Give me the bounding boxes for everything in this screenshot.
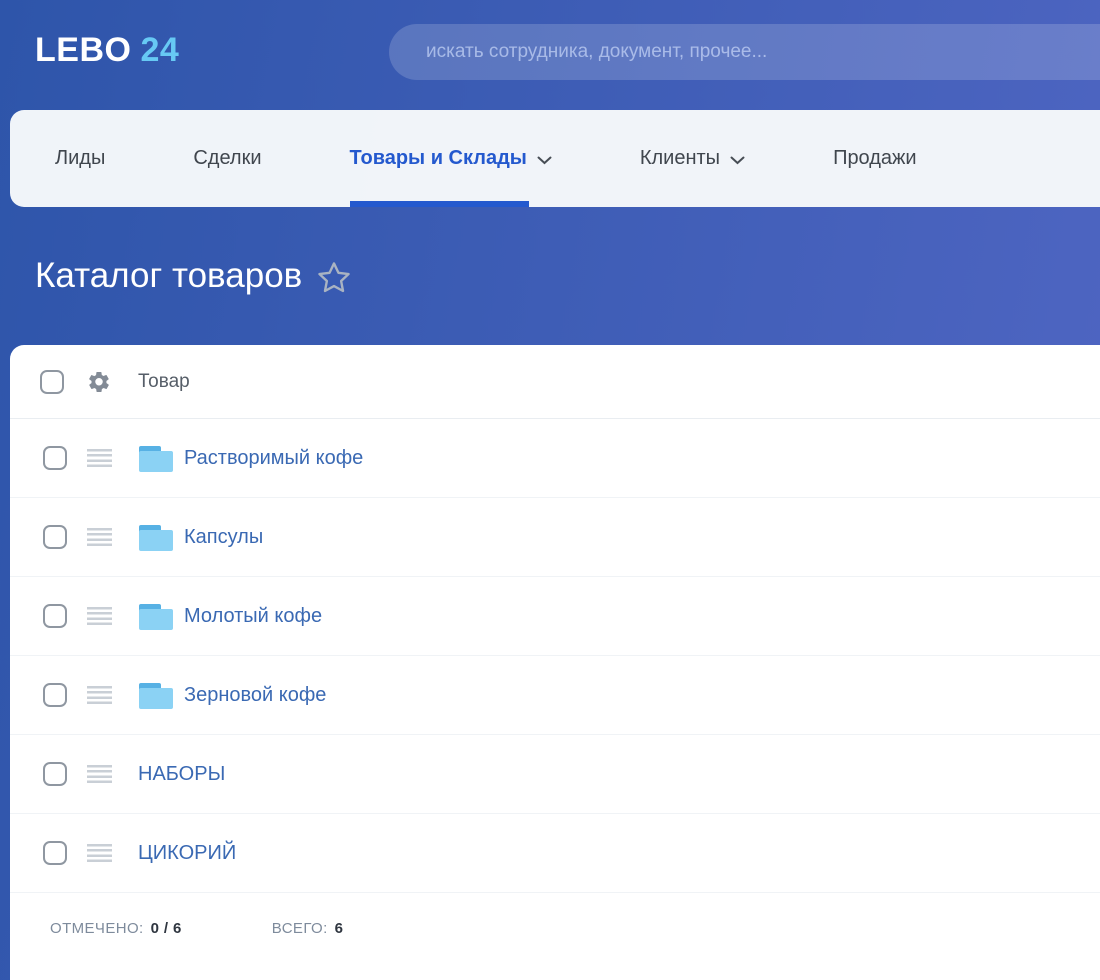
drag-handle-icon[interactable] xyxy=(87,607,112,625)
table-row: Растворимый кофе xyxy=(10,419,1100,498)
row-checkbox[interactable] xyxy=(43,762,67,786)
checked-counter: ОТМЕЧЕНО: 0 / 6 xyxy=(50,920,182,937)
table-row: ЦИКОРИЙ xyxy=(10,814,1100,893)
folder-icon xyxy=(137,443,175,474)
grid-header-row: Товар xyxy=(10,345,1100,419)
tab-sales[interactable]: Продажи xyxy=(833,110,917,207)
star-icon[interactable] xyxy=(315,259,353,297)
page-title-text: Каталог товаров xyxy=(35,256,302,296)
tab-deals[interactable]: Сделки xyxy=(193,110,261,207)
total-counter: ВСЕГО: 6 xyxy=(272,920,344,937)
row-checkbox[interactable] xyxy=(43,604,67,628)
table-row: Молотый кофе xyxy=(10,577,1100,656)
folder-icon xyxy=(137,601,175,632)
grid-footer: ОТМЕЧЕНО: 0 / 6 ВСЕГО: 6 xyxy=(10,893,1100,980)
chevron-down-icon xyxy=(537,156,552,165)
page-header: Каталог товаров СОЗДАТЬ Раздел: Верхний … xyxy=(0,207,1100,345)
drag-handle-icon[interactable] xyxy=(87,686,112,704)
checked-label: ОТМЕЧЕНО: xyxy=(50,920,144,937)
select-all-checkbox[interactable] xyxy=(40,370,64,394)
table-row: НАБОРЫ xyxy=(10,735,1100,814)
logo-primary: LEBO xyxy=(35,31,131,70)
gear-icon[interactable] xyxy=(87,370,111,394)
total-label: ВСЕГО: xyxy=(272,920,328,937)
tab-label: Продажи xyxy=(833,147,917,170)
drag-handle-icon[interactable] xyxy=(87,528,112,546)
tab-label: Лиды xyxy=(55,147,105,170)
column-header-product[interactable]: Товар xyxy=(138,371,190,393)
drag-handle-icon[interactable] xyxy=(87,765,112,783)
logo-accent: 24 xyxy=(140,31,179,70)
tab-products-warehouses[interactable]: Товары и Склады xyxy=(350,110,552,207)
search-input[interactable] xyxy=(389,24,1100,80)
drag-handle-icon[interactable] xyxy=(87,844,112,862)
row-checkbox[interactable] xyxy=(43,446,67,470)
table-row: Зерновой кофе xyxy=(10,656,1100,735)
folder-icon xyxy=(137,522,175,553)
tab-leads[interactable]: Лиды xyxy=(55,110,105,207)
tab-label: Сделки xyxy=(193,147,261,170)
topbar: LEBO 24 xyxy=(0,0,1100,100)
row-checkbox[interactable] xyxy=(43,683,67,707)
drag-handle-icon[interactable] xyxy=(87,449,112,467)
row-link[interactable]: ЦИКОРИЙ xyxy=(138,842,236,865)
row-link[interactable]: Зерновой кофе xyxy=(184,684,326,707)
row-link[interactable]: Растворимый кофе xyxy=(184,447,363,470)
main-nav: Лиды Сделки Товары и Склады Клиенты Прод… xyxy=(10,110,1100,207)
product-grid: Товар Растворимый кофе Капсулы Молотый к… xyxy=(10,345,1100,980)
tab-label: Клиенты xyxy=(640,147,720,170)
row-checkbox[interactable] xyxy=(43,525,67,549)
folder-icon xyxy=(137,680,175,711)
checked-value: 0 / 6 xyxy=(151,920,182,937)
tab-label: Товары и Склады xyxy=(350,147,527,170)
page-title: Каталог товаров xyxy=(35,207,353,345)
table-row: Капсулы xyxy=(10,498,1100,577)
chevron-down-icon xyxy=(730,156,745,165)
row-link[interactable]: Молотый кофе xyxy=(184,605,322,628)
tab-clients[interactable]: Клиенты xyxy=(640,110,745,207)
row-link[interactable]: Капсулы xyxy=(184,526,263,549)
logo[interactable]: LEBO 24 xyxy=(35,0,179,100)
total-value: 6 xyxy=(335,920,344,937)
row-checkbox[interactable] xyxy=(43,841,67,865)
row-link[interactable]: НАБОРЫ xyxy=(138,763,225,786)
